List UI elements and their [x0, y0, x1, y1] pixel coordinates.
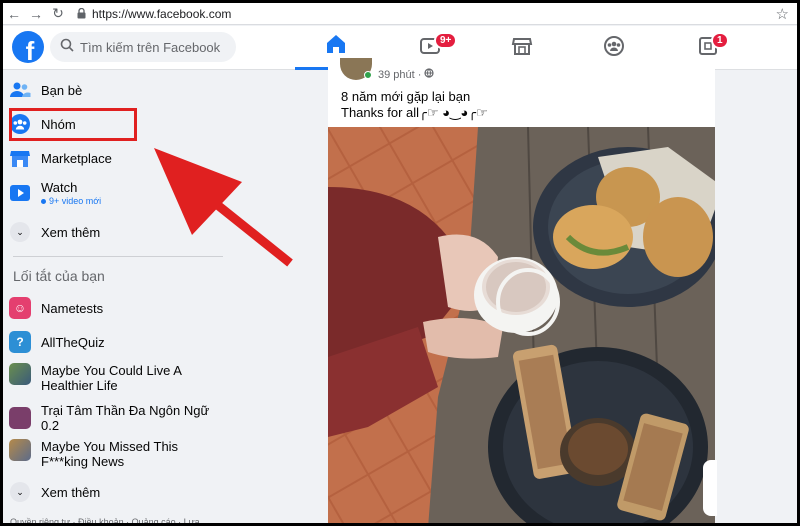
- nametests-app-icon: ☺: [9, 297, 31, 319]
- search-input[interactable]: [80, 39, 230, 55]
- url-text: https://www.facebook.com: [92, 6, 232, 21]
- annotation-highlight-box: [9, 108, 137, 141]
- search-icon: [60, 38, 74, 57]
- sidebar-item-label: Marketplace: [41, 150, 112, 166]
- shortcut-label: Nametests: [41, 300, 104, 316]
- sidebar-item-label: Xem thêm: [41, 224, 101, 240]
- shortcuts-title: Lối tắt của bạn: [13, 268, 105, 284]
- shortcut-label: Maybe You Could Live A Healthier Life: [41, 363, 182, 393]
- dot-icon: [41, 198, 46, 204]
- annotation-arrow: [154, 148, 293, 267]
- forward-icon[interactable]: →: [25, 3, 47, 25]
- shortcut-item[interactable]: Maybe You Could Live A Healthier Life: [9, 363, 224, 397]
- allthequiz-app-icon: ?: [9, 331, 31, 353]
- back-icon[interactable]: ←: [3, 3, 25, 25]
- search-box[interactable]: [50, 32, 236, 62]
- shortcut-label: Maybe You Missed This F***king News: [41, 439, 179, 469]
- facebook-logo[interactable]: f: [12, 31, 44, 63]
- address-bar[interactable]: https://www.facebook.com: [77, 7, 231, 21]
- watch-text: Watch 9+ video mới: [41, 180, 101, 206]
- friends-icon: [9, 79, 31, 101]
- watch-icon: [9, 182, 31, 204]
- chevron-down-icon: ⌄: [10, 222, 30, 242]
- shortcut-item[interactable]: ? AllTheQuiz: [9, 327, 224, 357]
- group-thumbnail-icon: [9, 407, 31, 429]
- sidebar-item-label: Xem thêm: [41, 484, 101, 500]
- watch-new-videos: 9+ video mới: [41, 196, 101, 206]
- home-icon: [325, 33, 347, 60]
- shortcuts-see-more[interactable]: ⌄ Xem thêm: [9, 477, 224, 507]
- reload-icon[interactable]: ↻: [47, 3, 69, 25]
- sidebar-item-label: Bạn bè: [41, 82, 83, 98]
- shortcut-item[interactable]: Maybe You Missed This F***king News: [9, 439, 224, 473]
- shortcut-item[interactable]: ☺ Nametests: [9, 293, 224, 323]
- chevron-down-icon: ⌄: [10, 482, 30, 502]
- bookmark-star-icon[interactable]: ☆: [776, 5, 789, 23]
- online-status-dot: [364, 71, 372, 79]
- sidebar-item-friends[interactable]: Bạn bè: [9, 75, 224, 105]
- sidebar-item-label: Watch: [41, 180, 78, 195]
- marketplace-icon: [9, 147, 31, 169]
- globe-icon: [424, 68, 435, 81]
- shortcut-label: Trại Tâm Thần Đa Ngôn Ngữ 0.2: [41, 403, 210, 433]
- sidebar-footer-links[interactable]: Quyền riêng tư · Điều khoản · Quảng cáo …: [10, 517, 200, 526]
- feed-post: 39 phút · 8 năm mới gặp lại bạn Thanks f…: [328, 58, 715, 526]
- browser-toolbar: ← → ↻ https://www.facebook.com ☆: [3, 3, 797, 25]
- post-text-line: 8 năm mới gặp lại bạn: [341, 89, 471, 104]
- post-meta: 39 phút ·: [378, 68, 435, 81]
- post-text-line: Thanks for all╭☞ ◕‿◕╭☞: [341, 105, 488, 120]
- gaming-badge: 1: [711, 32, 729, 49]
- page-thumbnail-icon: [9, 439, 31, 461]
- lock-icon: [77, 7, 86, 19]
- shortcut-item[interactable]: Trại Tâm Thần Đa Ngôn Ngữ 0.2: [9, 403, 224, 433]
- page-thumbnail-icon: [9, 363, 31, 385]
- post-time[interactable]: 39 phút ·: [378, 69, 421, 81]
- adjacent-card-edge: [703, 460, 717, 516]
- watch-badge: 9+: [434, 32, 458, 49]
- post-photo[interactable]: [328, 127, 715, 526]
- shortcut-label: AllTheQuiz: [41, 334, 105, 350]
